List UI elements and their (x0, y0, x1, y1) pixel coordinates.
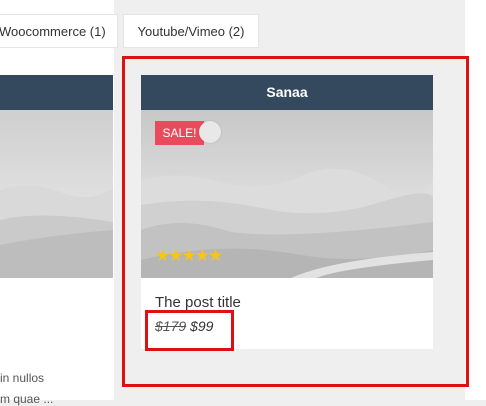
filter-woocommerce[interactable]: Woocommerce (1) (0, 14, 118, 48)
left-card-excerpt-2: m quae ... (0, 392, 54, 406)
filter-woocommerce-label: Woocommerce (1) (0, 24, 106, 39)
filter-youtube-vimeo-label: Youtube/Vimeo (2) (137, 24, 245, 39)
filter-youtube-vimeo[interactable]: Youtube/Vimeo (2) (123, 14, 259, 48)
left-card-header (0, 75, 113, 110)
left-card-image[interactable] (0, 110, 113, 278)
left-card-excerpt: in nullos (0, 371, 45, 385)
landscape-image (0, 110, 113, 278)
highlight-price-box (145, 310, 234, 351)
